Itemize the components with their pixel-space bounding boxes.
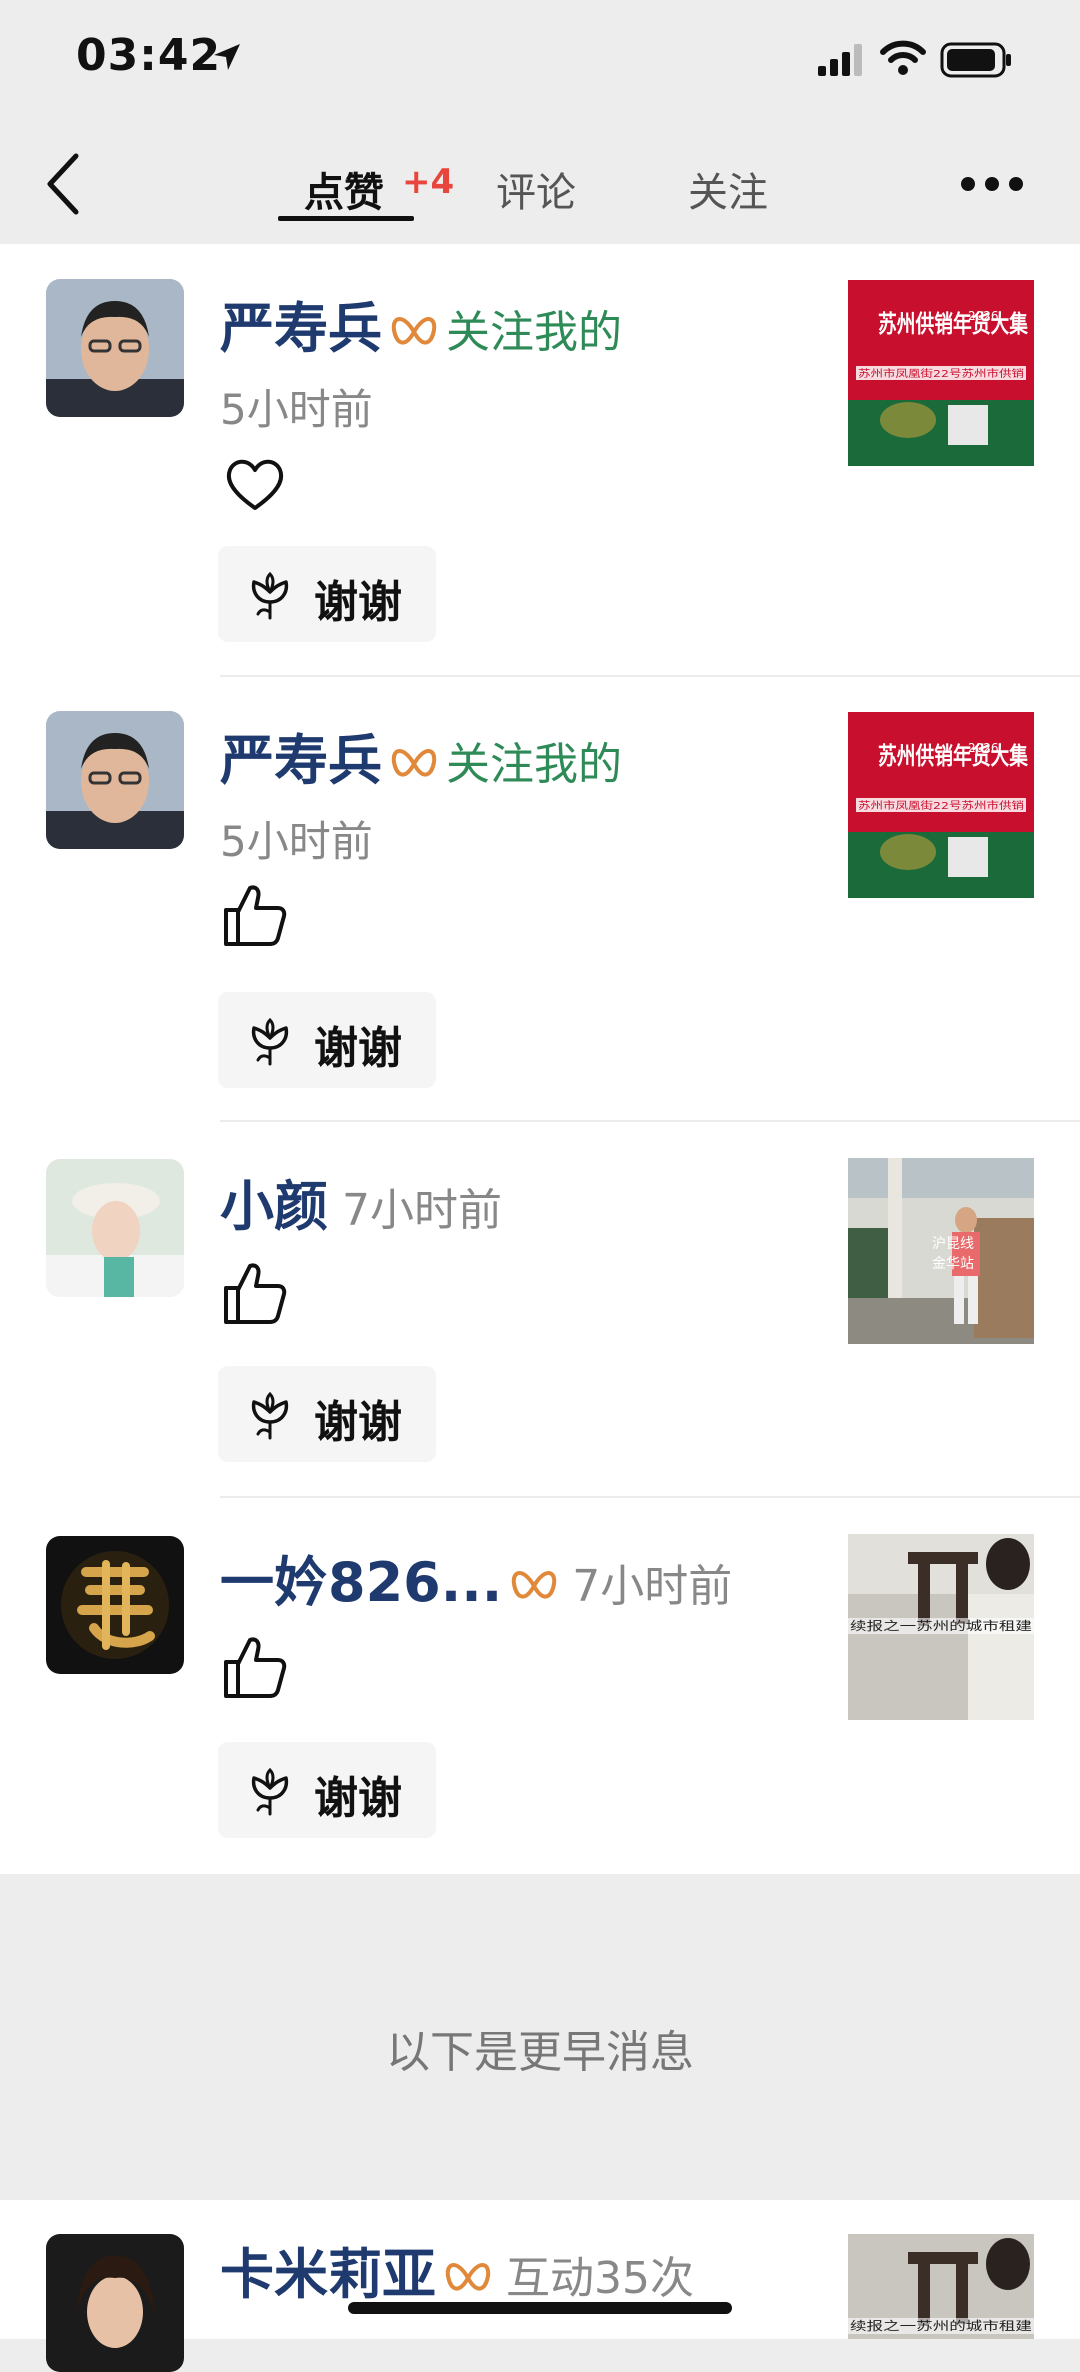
home-indicator[interactable]: [348, 2302, 732, 2314]
notification-list: 严寿兵 关注我的 5小时前 谢谢 2026 苏州供销年货大集 苏州市凤凰街22号苏…: [0, 244, 1080, 1874]
earlier-messages-label: 以下是更早消息: [386, 2027, 694, 2078]
time-ago: 7小时前: [572, 1561, 733, 1612]
thanks-button[interactable]: 谢谢: [218, 546, 436, 642]
thanks-button[interactable]: 谢谢: [218, 992, 436, 1088]
thumb-caption: 续报之一苏州的城市租建: [850, 1618, 1032, 1633]
user-name[interactable]: 一妗826...: [220, 1551, 502, 1614]
thanks-button[interactable]: 谢谢: [218, 1742, 436, 1838]
flower-icon: [251, 1018, 289, 1066]
user-name[interactable]: 严寿兵: [220, 297, 382, 360]
thanks-label: 谢谢: [314, 1397, 402, 1448]
back-chevron-icon[interactable]: [44, 152, 84, 216]
butterfly-mark-icon: [445, 2263, 491, 2291]
tab-follows[interactable]: 关注: [688, 160, 768, 218]
follow-text: 关注我的: [446, 307, 622, 358]
avatar[interactable]: [46, 711, 184, 849]
time-ago: 5小时前: [220, 817, 373, 866]
status-bar: 03:42: [0, 0, 1080, 122]
heart-icon: [226, 459, 284, 510]
post-thumbnail[interactable]: 续报之一苏州的城市租建: [848, 2234, 1034, 2339]
thumb-title: 苏州供销年货大集: [878, 742, 1029, 770]
thanks-label: 谢谢: [314, 577, 402, 628]
cellular-signal-icon: [818, 44, 862, 76]
post-thumbnail[interactable]: 续报之一苏州的城市租建: [848, 1534, 1034, 1720]
interaction-count: 互动35次: [506, 2253, 694, 2304]
thumbs-up-icon: [224, 1637, 287, 1698]
thumb-subtitle: 苏州市凤凰街22号苏州市供销: [858, 799, 1024, 812]
user-name-line: 严寿兵 关注我的: [220, 284, 622, 363]
butterfly-mark-icon: [391, 317, 437, 345]
thanks-label: 谢谢: [314, 1773, 402, 1824]
butterfly-mark-icon: [512, 1571, 557, 1599]
thumb-title: 苏州供销年货大集: [878, 310, 1029, 338]
time-ago: 5小时前: [220, 385, 373, 434]
user-name-line: 卡米莉亚 互动35次: [220, 2230, 694, 2309]
wifi-icon: [880, 40, 926, 75]
user-name[interactable]: 卡米莉亚: [220, 2243, 436, 2306]
user-name-line: 严寿兵 关注我的: [220, 716, 622, 795]
battery-icon: [940, 42, 1011, 78]
user-name-line: 一妗826... 7小时前: [220, 1538, 732, 1617]
status-time: 03:42: [76, 30, 222, 81]
list-item[interactable]: 卡米莉亚 互动35次 续报之一苏州的城市租建: [0, 2200, 1080, 2372]
post-thumbnail[interactable]: 2026 苏州供销年货大集 苏州市凤凰街22号苏州市供销: [848, 280, 1034, 466]
time-ago: 7小时前: [342, 1185, 502, 1236]
flower-icon: [251, 572, 289, 620]
divider: [220, 1496, 1080, 1498]
user-name[interactable]: 严寿兵: [220, 729, 382, 792]
avatar[interactable]: [46, 1159, 184, 1297]
location-arrow-icon: [214, 44, 240, 70]
butterfly-mark-icon: [391, 749, 437, 777]
flower-icon: [251, 1768, 289, 1816]
earlier-messages-section: 以下是更早消息: [0, 1874, 1080, 2200]
post-thumbnail[interactable]: 2026 苏州供销年货大集 苏州市凤凰街22号苏州市供销: [848, 712, 1034, 898]
avatar[interactable]: [46, 1536, 184, 1674]
thumbs-up-icon: [224, 1263, 287, 1324]
likes-count-badge: +4: [402, 162, 455, 202]
follow-text: 关注我的: [446, 739, 622, 790]
tab-likes[interactable]: 点赞: [304, 160, 384, 218]
tab-comments[interactable]: 评论: [496, 160, 576, 218]
divider: [220, 1120, 1080, 1122]
thumb-caption-1: 沪昆线: [932, 1236, 974, 1252]
user-name[interactable]: 小颜: [220, 1175, 328, 1238]
thumb-caption: 续报之一苏州的城市租建: [850, 2318, 1032, 2333]
more-options-icon[interactable]: [960, 176, 1024, 192]
avatar[interactable]: [46, 279, 184, 417]
post-thumbnail[interactable]: 沪昆线 金华站: [848, 1158, 1034, 1344]
avatar[interactable]: [46, 2234, 184, 2372]
thumbs-up-icon: [224, 885, 287, 946]
divider: [220, 675, 1080, 677]
header-nav: 点赞 +4 评论 关注: [0, 122, 1080, 244]
user-name-line: 小颜 7小时前: [220, 1162, 502, 1241]
thumb-subtitle: 苏州市凤凰街22号苏州市供销: [858, 367, 1024, 380]
thanks-label: 谢谢: [314, 1023, 402, 1074]
thanks-button[interactable]: 谢谢: [218, 1366, 436, 1462]
thumb-caption-2: 金华站: [932, 1256, 974, 1272]
flower-icon: [251, 1392, 289, 1440]
active-tab-underline: [278, 216, 414, 221]
